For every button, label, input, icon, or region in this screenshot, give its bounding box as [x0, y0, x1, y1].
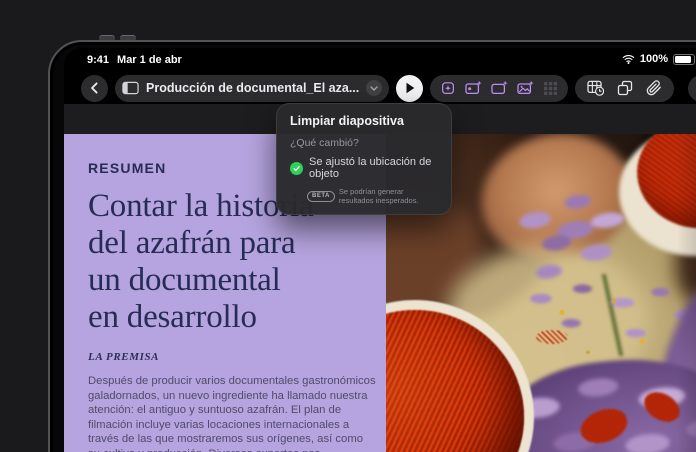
document-title-button[interactable]: Producción de documental_El aza... — [115, 74, 390, 102]
check-circle-icon — [290, 161, 303, 175]
slide-body-text[interactable]: Después de producir varios documentales … — [88, 374, 376, 452]
scene: 9:41 Mar 1 de abr 100% Producción de doc… — [0, 0, 696, 452]
clean-up-slide-icon[interactable] — [440, 80, 456, 96]
keynote-toolbar: Producción de documental_El aza... — [64, 72, 696, 104]
insert-shape-icon[interactable] — [617, 80, 633, 96]
light-table-icon-disabled — [544, 81, 558, 95]
ai-tools-group — [430, 74, 569, 102]
slide-navigator-icon — [122, 81, 139, 95]
clean-slide-popover: Limpiar diapositiva ¿Qué cambió? Se ajus… — [276, 103, 452, 215]
document-title: Producción de documental_El aza... — [146, 81, 360, 95]
paperclip-icon[interactable] — [646, 80, 662, 96]
chevron-down-icon — [370, 85, 378, 91]
back-button[interactable] — [81, 74, 108, 102]
popover-question: ¿Qué cambió? — [290, 137, 359, 149]
title-menu-button[interactable] — [366, 80, 383, 96]
status-date: Mar 1 de abr — [117, 54, 182, 66]
insert-tools-group — [575, 74, 675, 102]
status-bar: 9:41 Mar 1 de abr 100% — [64, 53, 696, 69]
insert-table-chart-icon[interactable] — [587, 80, 605, 96]
popover-change-item: Se ajustó la ubicación de objeto — [309, 156, 432, 180]
beta-note: Se podrían generar resultados inesperado… — [338, 187, 419, 205]
chevron-left-icon — [91, 82, 98, 94]
markup-tools-group — [688, 74, 696, 102]
beta-badge: BETA — [307, 190, 335, 202]
battery-icon — [673, 53, 695, 65]
popover-title: Limpiar diapositiva — [290, 114, 404, 128]
status-time: 9:41 — [87, 54, 110, 66]
battery-percent: 100% — [639, 53, 668, 65]
play-icon — [406, 82, 415, 94]
slide-subheading[interactable]: LA PREMISA — [88, 351, 386, 363]
replace-slide-ai-icon[interactable] — [465, 80, 482, 96]
image-ai-icon[interactable] — [517, 80, 534, 96]
new-slide-ai-icon[interactable] — [491, 80, 508, 96]
ipad-screen: 9:41 Mar 1 de abr 100% Producción de doc… — [64, 48, 696, 452]
play-button[interactable] — [396, 74, 424, 102]
wifi-icon — [622, 55, 635, 64]
